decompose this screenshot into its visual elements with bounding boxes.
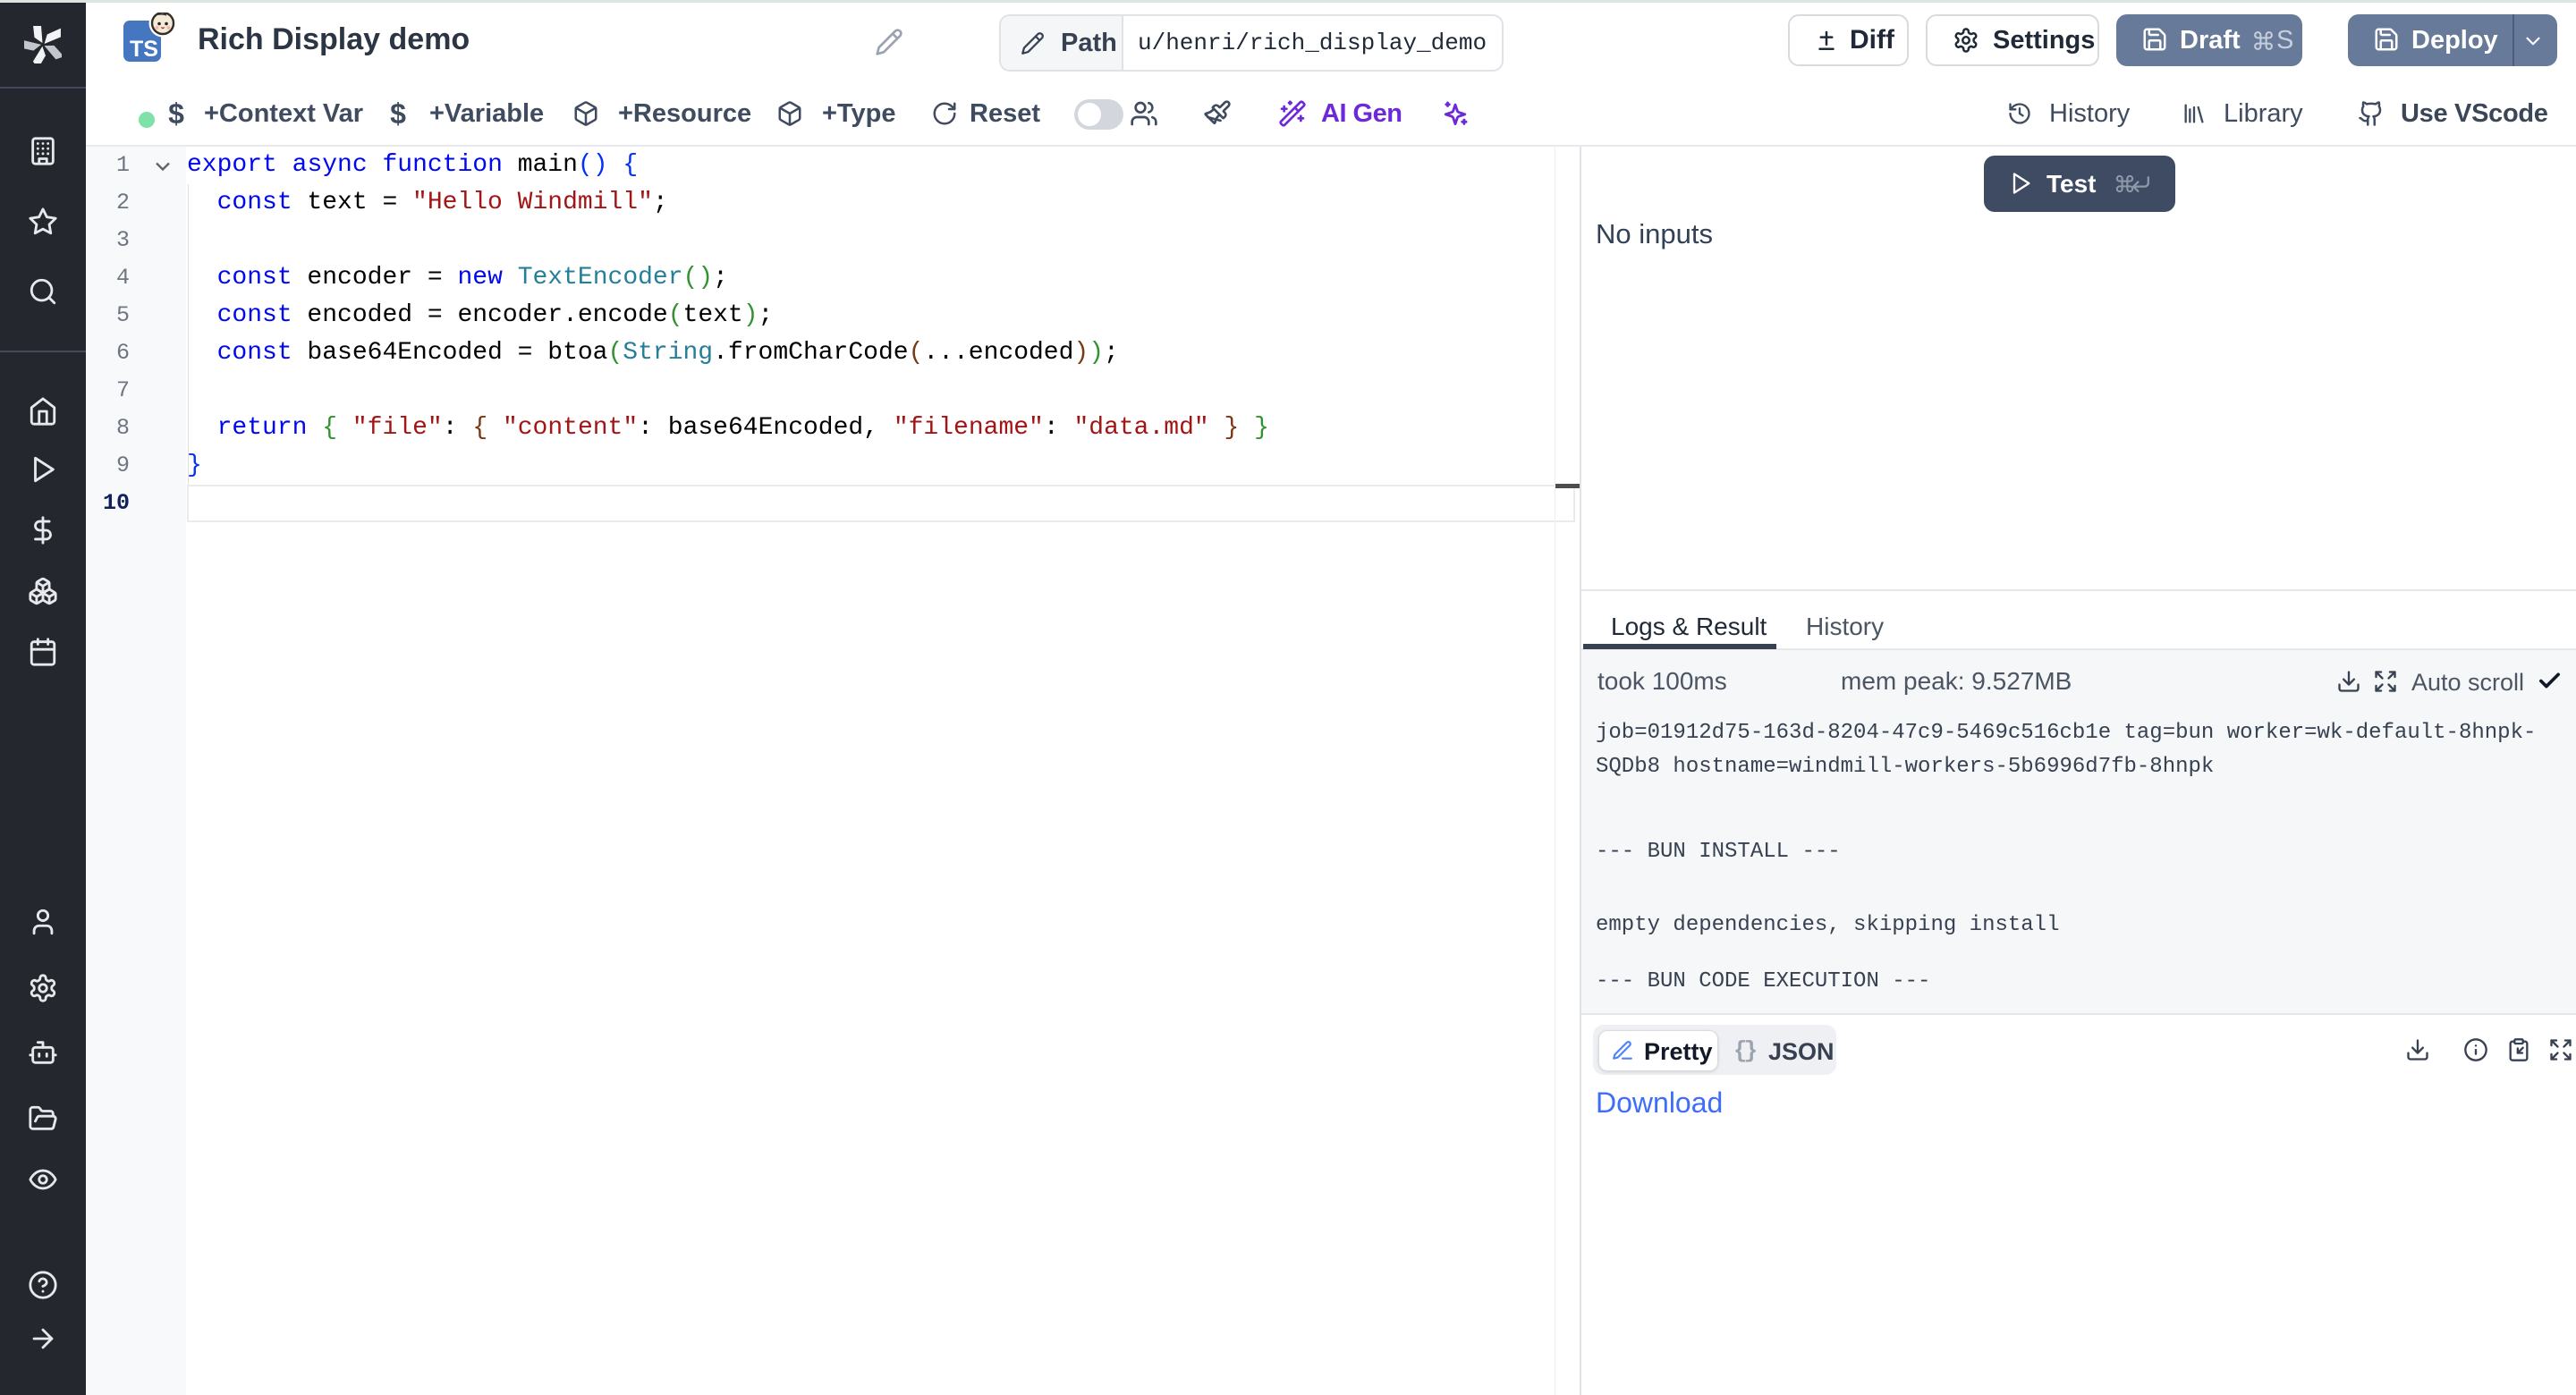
svg-text:TS: TS [130, 37, 158, 62]
